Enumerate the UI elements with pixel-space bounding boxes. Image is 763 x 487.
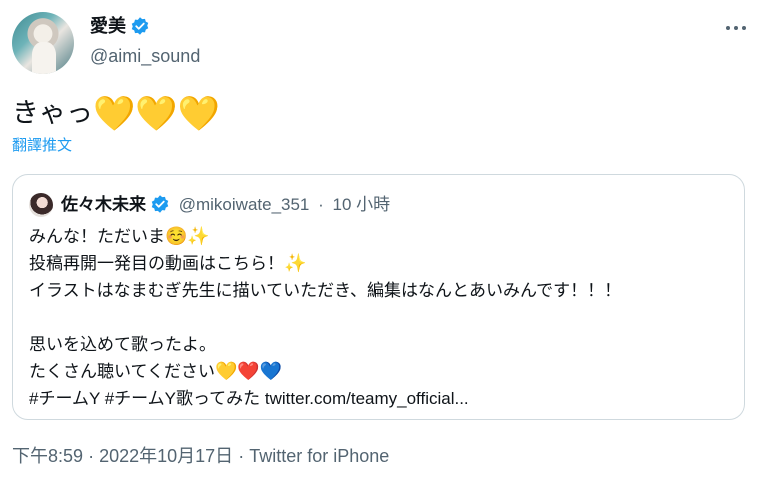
quoted-author-name: 佐々木未来 [61, 195, 146, 214]
quoted-line-5: 思いを込めて歌ったよ。 [29, 335, 216, 354]
tweet-date[interactable]: 2022年10月17日 [99, 446, 233, 466]
quoted-url-link[interactable]: twitter.com/teamy_official... [265, 389, 469, 408]
quoted-line-1-text: みんな！ただいま [29, 227, 165, 246]
quoted-line-6: たくさん聴いてください💛❤️💙 [29, 358, 621, 385]
yellow-heart-emoji: 💛 [214, 361, 238, 381]
footer-separator: · [238, 446, 245, 466]
quoted-line-3: イラストはなまむぎ先生に描いていただき、編集はなんとあいみんです！！！ [29, 281, 622, 300]
quoted-author-handle: @mikoiwate_351 [178, 195, 310, 214]
author-name[interactable]: 愛美 [90, 14, 150, 38]
quoted-line-1: みんな！ただいま☺️✨ [29, 223, 621, 250]
sparkles-emoji: ✨ [187, 226, 210, 246]
tweet-footer: 下午8:59 · 2022年10月17日 · Twitter for iPhon… [12, 444, 389, 468]
quoted-meta-separator: · [318, 195, 324, 214]
tweet-text: きゃっ💛💛💛 [12, 96, 220, 131]
verified-badge-icon [131, 17, 149, 35]
footer-separator: · [88, 446, 95, 466]
quoted-author-avatar [29, 193, 53, 217]
tweet-text-body: きゃっ [12, 98, 93, 128]
hashtag-link[interactable]: #チームY [29, 389, 100, 408]
quoted-line-2: 投稿再開一発目の動画はこちら！✨ [29, 250, 621, 277]
quoted-tweet-card[interactable]: 佐々木未来 @mikoiwate_351 · 10 小時 みんな！ただいま☺️✨… [12, 174, 745, 420]
quoted-line-2-text: 投稿再開一発目の動画はこちら！ [29, 254, 284, 273]
blue-heart-emoji: 💙 [259, 361, 283, 381]
quoted-line-6-text: たくさん聴いてください [29, 362, 215, 381]
translate-tweet-link[interactable]: 翻譯推文 [12, 136, 72, 156]
yellow-hearts-emoji: 💛💛💛 [93, 95, 221, 133]
tweet-source[interactable]: Twitter for iPhone [249, 446, 389, 466]
hashtag-link[interactable]: #チームY歌ってみた [105, 389, 260, 408]
red-heart-emoji: ❤️ [237, 361, 260, 381]
quoted-tweet-time: 10 小時 [332, 195, 391, 214]
tweet-time[interactable]: 下午8:59 [12, 446, 83, 466]
sparkles-emoji: ✨ [284, 253, 307, 273]
verified-badge-icon [151, 195, 169, 213]
author-handle[interactable]: @aimi_sound [90, 44, 200, 68]
author-avatar[interactable] [12, 12, 74, 74]
quoted-tweet-header: 佐々木未来 @mikoiwate_351 · 10 小時 [61, 193, 390, 217]
quoted-line-7: #チームY #チームY歌ってみた twitter.com/teamy_offic… [29, 385, 621, 412]
more-options-icon[interactable] [718, 14, 754, 42]
smiling-face-emoji: ☺️ [165, 226, 188, 246]
quoted-blank-line [29, 304, 621, 331]
author-name-text[interactable]: 愛美 [90, 16, 126, 36]
quoted-tweet-text: みんな！ただいま☺️✨ 投稿再開一発目の動画はこちら！✨ イラストはなまむぎ先生… [29, 223, 621, 412]
